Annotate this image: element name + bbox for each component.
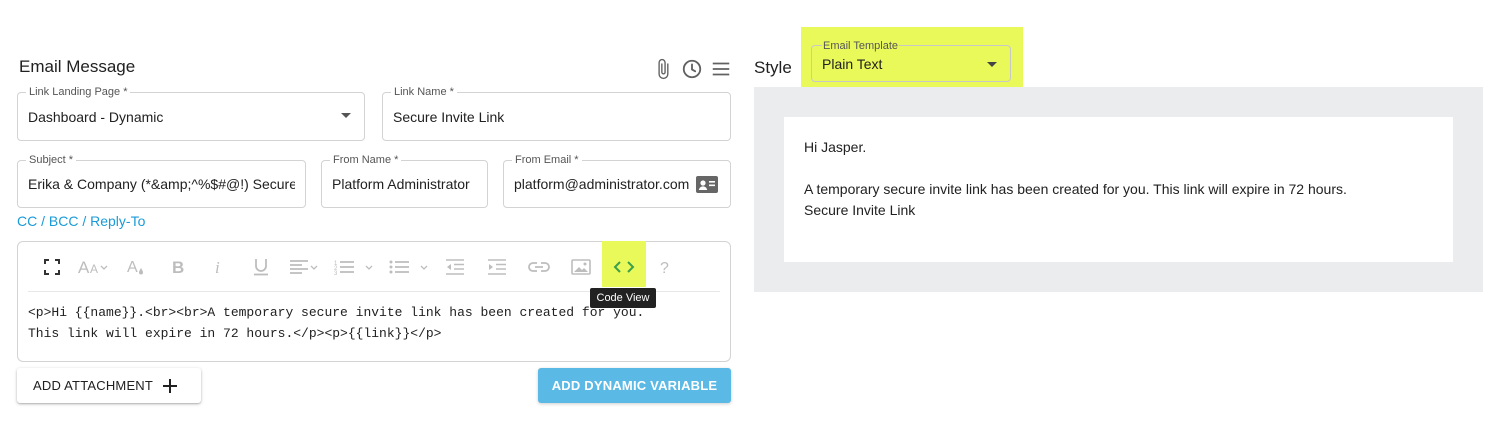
code-line: <p>Hi {{name}}.<br><br>A temporary secur… bbox=[28, 305, 645, 320]
style-title: Style bbox=[754, 58, 792, 77]
paperclip-icon[interactable] bbox=[652, 58, 674, 80]
add-attachment-label: ADD ATTACHMENT bbox=[33, 378, 154, 393]
link-landing-page-value: Dashboard - Dynamic bbox=[28, 108, 164, 125]
clock-icon[interactable] bbox=[681, 58, 703, 80]
email-template-select[interactable]: Email Template Plain Text bbox=[811, 40, 1011, 82]
code-view-tooltip: Code View bbox=[590, 288, 656, 308]
svg-text:3: 3 bbox=[334, 271, 338, 275]
outdent-icon[interactable] bbox=[442, 256, 468, 278]
bold-icon[interactable]: B bbox=[165, 256, 191, 278]
svg-text:A: A bbox=[90, 262, 98, 276]
svg-text:i: i bbox=[215, 259, 220, 275]
svg-text:A: A bbox=[78, 258, 90, 276]
subject-field[interactable]: Subject * Erika & Company (*&amp;^%$#@!)… bbox=[17, 154, 306, 208]
from-email-label: From Email * bbox=[512, 154, 582, 167]
from-email-field[interactable]: From Email * platform@administrator.com bbox=[503, 154, 731, 208]
from-name-field[interactable]: From Name * Platform Administrator bbox=[321, 154, 488, 208]
preview-greeting: Hi Jasper. bbox=[804, 139, 867, 155]
from-email-value: platform@administrator.com bbox=[514, 176, 690, 192]
link-icon[interactable] bbox=[526, 256, 552, 278]
indent-icon[interactable] bbox=[484, 256, 510, 278]
add-dynamic-variable-button[interactable]: ADD DYNAMIC VARIABLE bbox=[538, 368, 731, 403]
font-color-icon[interactable]: A bbox=[123, 256, 149, 278]
from-name-label: From Name * bbox=[330, 154, 402, 167]
help-icon[interactable]: ? bbox=[652, 256, 678, 278]
italic-icon[interactable]: i bbox=[206, 256, 232, 278]
code-view-icon[interactable] bbox=[611, 256, 637, 278]
contact-card-icon[interactable] bbox=[696, 176, 718, 193]
plus-icon bbox=[163, 378, 178, 393]
cc-bcc-reply-to-link[interactable]: CC / BCC / Reply-To bbox=[17, 213, 145, 229]
link-landing-page-label: Link Landing Page * bbox=[26, 86, 131, 99]
fullscreen-icon[interactable] bbox=[39, 256, 65, 278]
email-template-label: Email Template bbox=[822, 40, 899, 52]
code-view-text[interactable]: <p>Hi {{name}}.<br><br>A temporary secur… bbox=[28, 302, 644, 344]
menu-icon[interactable] bbox=[710, 58, 732, 80]
email-template-value: Plain Text bbox=[822, 56, 883, 72]
add-attachment-button[interactable]: ADD ATTACHMENT bbox=[17, 368, 201, 403]
code-line: This link will expire in 72 hours.</p><p… bbox=[28, 326, 442, 341]
preview-invite-link[interactable]: Secure Invite Link bbox=[804, 202, 915, 218]
link-landing-page-select[interactable]: Link Landing Page * Dashboard - Dynamic bbox=[17, 86, 365, 141]
preview-body-text: A temporary secure invite link has been … bbox=[804, 181, 1347, 197]
chevron-down-icon bbox=[341, 113, 351, 118]
image-icon[interactable] bbox=[568, 256, 594, 278]
unordered-list-icon[interactable] bbox=[389, 256, 429, 278]
from-name-value: Platform Administrator bbox=[332, 176, 470, 192]
svg-text:?: ? bbox=[660, 260, 669, 275]
align-icon[interactable] bbox=[288, 256, 322, 278]
email-message-title: Email Message bbox=[19, 57, 136, 76]
link-name-field[interactable]: Link Name * Secure Invite Link bbox=[382, 86, 731, 141]
subject-value: Erika & Company (*&amp;^%$#@!) Secure I bbox=[28, 176, 295, 192]
font-size-icon[interactable]: AA bbox=[76, 256, 112, 278]
link-name-label: Link Name * bbox=[391, 86, 457, 99]
svg-text:A: A bbox=[127, 259, 138, 276]
subject-label: Subject * bbox=[26, 154, 77, 167]
svg-text:B: B bbox=[172, 259, 184, 275]
underline-icon[interactable] bbox=[248, 256, 274, 278]
link-name-value: Secure Invite Link bbox=[393, 108, 505, 125]
chevron-down-icon bbox=[987, 62, 997, 67]
ordered-list-icon[interactable]: 123 bbox=[334, 256, 374, 278]
